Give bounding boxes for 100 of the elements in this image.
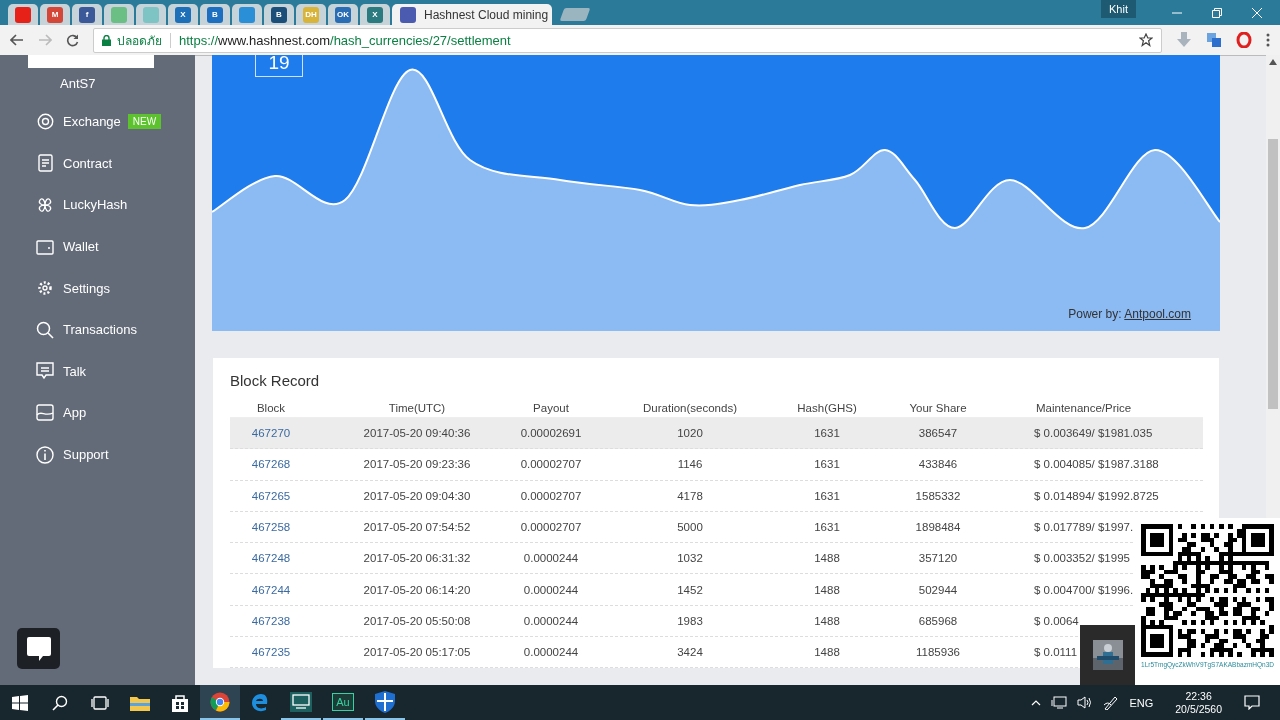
sidebar-item[interactable]: Talk	[0, 350, 195, 393]
translate-icon[interactable]	[1206, 32, 1222, 48]
table-cell-text: $ 0.004085/ $1987.3188	[1033, 458, 1159, 471]
table-row[interactable]: 467268 2017-05-20 09:23:36 0.00002707 1146 1631 433846 $ 0.004085/ $1987.3188	[230, 449, 1203, 481]
table-cell: 1631	[814, 458, 840, 471]
table-cell: 2017-05-20 06:31:32	[363, 552, 471, 565]
pinned-tab[interactable]: OK	[328, 4, 358, 25]
favicon-icon: DH	[303, 6, 319, 23]
chat-widget-button[interactable]	[17, 628, 60, 669]
block-link[interactable]: 467270	[251, 427, 291, 440]
chat-icon	[36, 362, 54, 381]
scrollbar-thumb[interactable]	[1268, 139, 1278, 409]
opera-icon[interactable]	[1236, 32, 1252, 48]
block-link[interactable]: 467258	[251, 521, 291, 534]
table-cell: 0.0000244	[523, 646, 579, 659]
table-cell: 1488	[814, 646, 840, 659]
table-cell: 1146	[677, 458, 703, 471]
back-icon[interactable]	[10, 34, 24, 46]
table-cell: 0.00002691	[520, 427, 582, 440]
chrome-icon[interactable]	[200, 685, 240, 720]
column-header: Maintenance/Price	[1035, 401, 1132, 414]
clover-icon	[36, 196, 54, 214]
close-icon[interactable]	[1252, 7, 1262, 18]
pinned-tab[interactable]: f	[72, 4, 102, 25]
scroll-up-icon[interactable]	[1269, 59, 1277, 65]
table-cell: 1488	[814, 614, 840, 627]
reload-icon[interactable]	[66, 33, 79, 47]
table-cell: 1898484	[915, 521, 961, 534]
credit-link[interactable]: Antpool.com	[1124, 307, 1191, 321]
highlighted-row[interactable]: 467270 2017-05-20 09:40:36 0.00002691 1020 1631 386547 $ 0.003649/ $1981.035	[230, 418, 1203, 450]
table-cell: 685968	[918, 614, 958, 627]
chevron-up-icon[interactable]	[1031, 699, 1042, 706]
sidebar-item[interactable]: LuckyHash	[0, 184, 195, 226]
profile-name[interactable]: Khit	[1101, 0, 1136, 18]
block-link[interactable]: 467248	[251, 552, 291, 565]
table-row[interactable]: 467265 2017-05-20 09:04:30 0.00002707 4178 1631 1585332 $ 0.014894/ $1992.8725	[230, 480, 1203, 512]
column-header: Duration(seconds)	[643, 401, 737, 414]
table-cell: 0.0000244	[523, 583, 579, 596]
address-field[interactable]: ปลอดภัย https://www.hashnest.com/hash_currencies/27/settlement	[93, 27, 1162, 53]
wallet-icon	[36, 238, 54, 255]
table-cell: 1983	[677, 614, 703, 627]
clock[interactable]: 22:36 20/5/2560	[1175, 689, 1222, 716]
document-icon	[37, 154, 53, 173]
security-label: ปลอดภัย	[117, 32, 162, 50]
notification-icon[interactable]	[1244, 695, 1260, 710]
menu-icon[interactable]	[1266, 33, 1270, 47]
table-cell: 0.0000244	[523, 552, 579, 565]
table-cell: 1631	[814, 427, 840, 440]
counter-box: 19	[255, 55, 303, 77]
info-icon	[36, 445, 54, 464]
sidebar-item[interactable]: Contract	[0, 142, 195, 185]
credit-label: Power by:	[1068, 307, 1122, 321]
network-icon[interactable]	[1051, 696, 1068, 709]
favicon-icon: X	[175, 6, 191, 23]
table-cell: 1185936	[916, 646, 960, 659]
block-link[interactable]: 467238	[251, 614, 291, 627]
bookmark-star-icon[interactable]	[1139, 33, 1153, 47]
table-cell: 1020	[677, 427, 703, 440]
pen-icon[interactable]	[1103, 695, 1120, 710]
submenu-item[interactable]: AntS7	[0, 65, 195, 101]
sidebar-item[interactable]: Wallet	[0, 225, 195, 268]
table-cell: 0.0000244	[523, 614, 579, 627]
table-cell-text: $ 0.014894/ $1992.8725	[1033, 489, 1159, 502]
sidebar-item[interactable]: Support	[0, 433, 195, 476]
block-link[interactable]: 467235	[251, 646, 291, 659]
sidebar-item[interactable]: App	[0, 392, 195, 434]
sidebar-item[interactable]: Exchange NEW	[0, 101, 195, 143]
table-cell: 2017-05-20 05:17:05	[363, 646, 471, 659]
column-header: Your Share	[909, 401, 967, 414]
table-cell: 386547	[918, 427, 958, 440]
coin-icon	[36, 113, 54, 131]
table-cell: 2017-05-20 06:14:20	[363, 583, 471, 596]
favicon-icon: M	[47, 6, 63, 23]
pinned-tab[interactable]: M	[40, 4, 70, 25]
lock-icon	[102, 34, 111, 46]
language-indicator[interactable]: ENG	[1129, 696, 1154, 709]
new-badge: NEW	[127, 114, 162, 130]
settings-icon	[36, 279, 54, 298]
pinned-tab[interactable]: X	[168, 4, 198, 25]
image-icon	[36, 404, 54, 422]
block-link[interactable]: 467265	[251, 489, 291, 502]
favicon-icon: OK	[335, 6, 351, 23]
table-cell: 2017-05-20 09:40:36	[363, 427, 471, 440]
restore-icon[interactable]	[1212, 7, 1222, 18]
table-cell-text: $ 0.017789/ $1997.	[1033, 521, 1134, 534]
volume-icon[interactable]	[1077, 696, 1094, 709]
table-cell: 2017-05-20 09:23:36	[363, 458, 471, 471]
pinned-tab[interactable]	[8, 4, 38, 25]
sidebar-item[interactable]: Settings	[0, 267, 195, 309]
browser-tab[interactable]: Hashnest Cloud mining	[392, 4, 552, 25]
sidebar-item[interactable]: Transactions	[0, 308, 195, 351]
table-cell: 1032	[677, 552, 703, 565]
table-cell-text: $ 0.0111	[1033, 646, 1078, 659]
block-link[interactable]: 467244	[251, 583, 291, 596]
column-header: Block	[256, 401, 286, 414]
pinned-tab[interactable]: X	[360, 4, 390, 25]
pinned-tab[interactable]: B	[200, 4, 230, 25]
table-cell: 1631	[814, 489, 840, 502]
block-link[interactable]: 467268	[251, 458, 291, 471]
pinned-tab[interactable]: B	[264, 4, 294, 25]
